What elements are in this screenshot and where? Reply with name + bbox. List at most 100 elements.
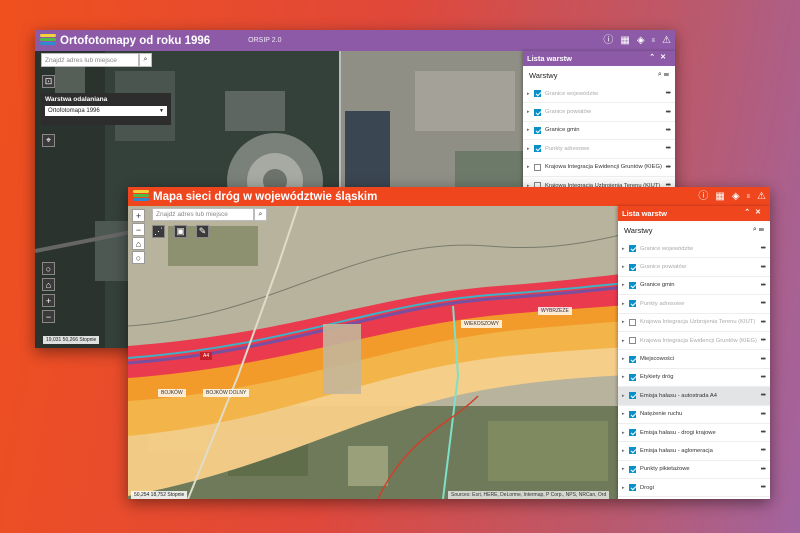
layer-item[interactable]: ▸ Granice województw ••• bbox=[523, 85, 675, 104]
front-search-input[interactable]: Znajdź adres lub miejsce bbox=[152, 208, 254, 221]
layer-checkbox[interactable] bbox=[629, 355, 636, 363]
layer-checkbox[interactable] bbox=[629, 373, 636, 381]
layer-item[interactable]: ▸ Emisja hałasu - drogi krajowe ••• bbox=[618, 424, 770, 443]
layer-item[interactable]: ▸ Granice powiatów ••• bbox=[618, 258, 770, 277]
more-options-icon[interactable]: ••• bbox=[761, 429, 766, 436]
layer-item[interactable]: ▸ Punkty adresowe ••• bbox=[618, 295, 770, 314]
chevron-right-icon[interactable]: ▸ bbox=[622, 393, 629, 399]
more-options-icon[interactable]: ••• bbox=[761, 356, 766, 363]
layer-checkbox[interactable] bbox=[534, 90, 541, 98]
back-search-input[interactable]: Znajdź adres lub miejsce bbox=[41, 53, 139, 67]
front-draw-button[interactable]: ✎ bbox=[196, 225, 209, 238]
chevron-right-icon[interactable]: ▸ bbox=[622, 301, 629, 307]
layer-item[interactable]: ▸ Punkty pikietażowe ••• bbox=[618, 461, 770, 480]
layer-item[interactable]: ▸ Granice województw ••• bbox=[618, 240, 770, 259]
chevron-right-icon[interactable]: ▸ bbox=[622, 448, 629, 454]
layer-checkbox[interactable] bbox=[629, 281, 636, 289]
more-options-icon[interactable]: ••• bbox=[761, 484, 766, 491]
panel-controls[interactable]: ⌃✕ bbox=[744, 208, 766, 216]
chevron-right-icon[interactable]: ▸ bbox=[527, 164, 534, 170]
more-options-icon[interactable]: ••• bbox=[761, 264, 766, 271]
more-options-icon[interactable]: ••• bbox=[761, 466, 766, 473]
layer-item[interactable]: ▸ Etykiety dróg ••• bbox=[618, 369, 770, 388]
more-options-icon[interactable]: ••• bbox=[666, 109, 671, 116]
menu-icon[interactable]: ≡ bbox=[747, 194, 751, 200]
layer-checkbox[interactable] bbox=[629, 392, 636, 400]
front-select-button[interactable]: ▣ bbox=[174, 225, 187, 238]
chevron-right-icon[interactable]: ▸ bbox=[622, 411, 629, 417]
warning-icon[interactable]: ⚠ bbox=[662, 35, 671, 46]
front-zoom-in-button[interactable]: + bbox=[132, 209, 145, 222]
warning-icon[interactable]: ⚠ bbox=[757, 191, 766, 202]
layer-item[interactable]: ▸ Granice gmin ••• bbox=[523, 122, 675, 141]
more-options-icon[interactable]: ••• bbox=[761, 319, 766, 326]
layer-item[interactable]: ▸Mapa podkładowa••• bbox=[618, 497, 770, 499]
layer-item[interactable]: ▸ Krajowa Integracja Ewidencji Gruntów (K… bbox=[523, 159, 675, 177]
back-home-button[interactable]: ⊡ bbox=[42, 75, 55, 88]
layer-item[interactable]: ▸ Miejscowości ••• bbox=[618, 350, 770, 369]
chevron-right-icon[interactable]: ▸ bbox=[622, 282, 629, 288]
layer-checkbox[interactable] bbox=[629, 465, 636, 473]
menu-icon[interactable]: ≡ bbox=[652, 38, 656, 44]
layer-item[interactable]: ▸ Natężenie ruchu ••• bbox=[618, 406, 770, 424]
layers-icon[interactable]: ◈ bbox=[732, 191, 740, 202]
back-locate-button[interactable]: ⌖ bbox=[42, 134, 55, 147]
layer-checkbox[interactable] bbox=[629, 447, 636, 455]
more-options-icon[interactable]: ••• bbox=[761, 447, 766, 454]
front-panel-tools[interactable]: ⌕ ☰ bbox=[753, 226, 764, 235]
more-options-icon[interactable]: ••• bbox=[761, 282, 766, 289]
layer-item[interactable]: ▸ Emisja hałasu - autostrada A4 ••• bbox=[618, 387, 770, 406]
more-options-icon[interactable]: ••• bbox=[666, 164, 671, 171]
layer-checkbox[interactable] bbox=[629, 410, 636, 418]
chevron-right-icon[interactable]: ▸ bbox=[622, 485, 629, 491]
info-icon[interactable]: ⓘ bbox=[698, 191, 708, 202]
layer-item[interactable]: ▸ Granice powiatów ••• bbox=[523, 103, 675, 122]
layer-item[interactable]: ▸ Krajowa Integracja Ewidencji Gruntów (K… bbox=[618, 332, 770, 351]
layer-checkbox[interactable] bbox=[629, 300, 636, 308]
more-options-icon[interactable]: ••• bbox=[666, 145, 671, 152]
info-icon[interactable]: ⓘ bbox=[603, 35, 613, 46]
panel-controls[interactable]: ⌃✕ bbox=[649, 53, 671, 61]
layer-item[interactable]: ▸ Granice gmin ••• bbox=[618, 277, 770, 296]
chevron-right-icon[interactable]: ▸ bbox=[622, 466, 629, 472]
layer-checkbox[interactable] bbox=[534, 126, 541, 134]
chevron-right-icon[interactable]: ▸ bbox=[527, 109, 534, 115]
front-search-button[interactable]: ⌕ bbox=[254, 208, 267, 221]
more-options-icon[interactable]: ••• bbox=[761, 411, 766, 418]
layer-checkbox[interactable] bbox=[534, 145, 541, 153]
layer-checkbox[interactable] bbox=[629, 429, 636, 437]
back-panel-tools[interactable]: ⌕ ☰ bbox=[658, 71, 669, 80]
more-options-icon[interactable]: ••• bbox=[761, 374, 766, 381]
more-options-icon[interactable]: ••• bbox=[761, 300, 766, 307]
chevron-right-icon[interactable]: ▸ bbox=[622, 430, 629, 436]
layer-checkbox[interactable] bbox=[629, 245, 636, 253]
back-home-map-button[interactable]: ⌂ bbox=[42, 278, 55, 291]
layers-icon[interactable]: ◈ bbox=[637, 35, 645, 46]
more-options-icon[interactable]: ••• bbox=[666, 90, 671, 97]
more-options-icon[interactable]: ••• bbox=[761, 245, 766, 252]
layer-checkbox[interactable] bbox=[629, 318, 636, 326]
layer-item[interactable]: ▸ Emisja hałasu - aglomeracja ••• bbox=[618, 442, 770, 461]
layer-checkbox[interactable] bbox=[629, 263, 636, 271]
more-options-icon[interactable]: ••• bbox=[666, 127, 671, 134]
layer-item[interactable]: ▸ Krajowa Integracja Uzbrojenia Terenu (K… bbox=[618, 314, 770, 332]
chevron-right-icon[interactable]: ▸ bbox=[622, 338, 629, 344]
chevron-right-icon[interactable]: ▸ bbox=[527, 127, 534, 133]
grid-icon[interactable]: ▦ bbox=[620, 35, 629, 46]
chevron-right-icon[interactable]: ▸ bbox=[622, 356, 629, 362]
back-compass-button[interactable]: ○ bbox=[42, 262, 55, 275]
front-measure-button[interactable]: ⋰ bbox=[152, 225, 165, 238]
back-search-button[interactable]: ⌕ bbox=[139, 53, 152, 67]
layer-checkbox[interactable] bbox=[629, 484, 636, 492]
layer-item[interactable]: ▸ Punkty adresowe ••• bbox=[523, 140, 675, 159]
chevron-right-icon[interactable]: ▸ bbox=[622, 319, 629, 325]
front-locate-button[interactable]: ○ bbox=[132, 251, 145, 264]
back-zoom-out-button[interactable]: − bbox=[42, 310, 55, 323]
more-options-icon[interactable]: ••• bbox=[761, 337, 766, 344]
chevron-right-icon[interactable]: ▸ bbox=[527, 146, 534, 152]
layer-checkbox[interactable] bbox=[534, 108, 541, 116]
layer-checkbox[interactable] bbox=[534, 163, 541, 171]
back-zoom-in-button[interactable]: + bbox=[42, 294, 55, 307]
chevron-right-icon[interactable]: ▸ bbox=[527, 91, 534, 97]
layer-checkbox[interactable] bbox=[629, 337, 636, 345]
